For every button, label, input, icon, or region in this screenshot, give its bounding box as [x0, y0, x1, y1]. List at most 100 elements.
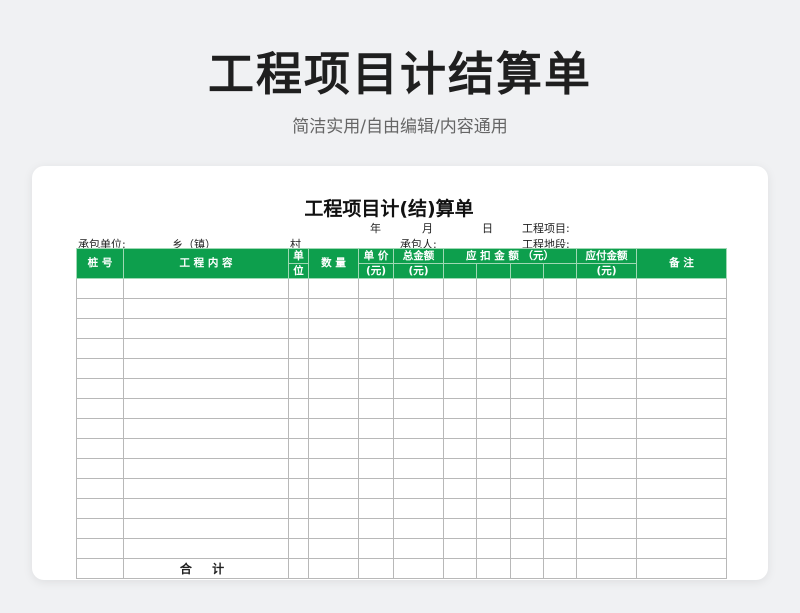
table-cell[interactable] [123, 398, 289, 419]
table-cell[interactable] [576, 378, 637, 399]
table-cell[interactable] [123, 498, 289, 519]
table-cell[interactable] [476, 298, 511, 319]
table-cell[interactable] [358, 378, 394, 399]
table-cell[interactable] [576, 338, 637, 359]
table-cell[interactable] [476, 558, 511, 579]
table-cell[interactable] [510, 418, 544, 439]
table-cell[interactable] [393, 478, 444, 499]
table-cell[interactable] [636, 518, 727, 539]
table-cell[interactable] [476, 338, 511, 359]
table-cell[interactable] [308, 498, 359, 519]
table-cell[interactable] [76, 338, 124, 359]
table-cell[interactable] [476, 278, 511, 299]
table-cell[interactable] [76, 418, 124, 439]
table-cell[interactable] [510, 518, 544, 539]
table-cell[interactable] [510, 338, 544, 359]
table-cell[interactable] [510, 278, 544, 299]
table-cell[interactable] [543, 318, 577, 339]
table-cell[interactable] [510, 558, 544, 579]
table-cell[interactable] [123, 378, 289, 399]
table-cell[interactable] [393, 338, 444, 359]
table-cell[interactable] [443, 318, 477, 339]
table-cell[interactable] [443, 538, 477, 559]
table-cell[interactable] [636, 418, 727, 439]
table-cell[interactable] [288, 318, 309, 339]
table-cell[interactable] [543, 438, 577, 459]
table-cell[interactable] [358, 278, 394, 299]
table-cell[interactable] [123, 538, 289, 559]
table-cell[interactable] [308, 298, 359, 319]
table-cell[interactable] [576, 498, 637, 519]
table-cell[interactable] [443, 338, 477, 359]
table-cell[interactable] [476, 458, 511, 479]
table-cell[interactable] [308, 318, 359, 339]
table-cell[interactable] [123, 418, 289, 439]
table-cell[interactable] [393, 298, 444, 319]
table-cell[interactable] [123, 518, 289, 539]
table-cell[interactable] [543, 518, 577, 539]
table-cell[interactable] [443, 378, 477, 399]
table-cell[interactable] [636, 378, 727, 399]
table-cell[interactable] [476, 498, 511, 519]
table-cell[interactable] [358, 518, 394, 539]
table-cell[interactable] [510, 478, 544, 499]
table-cell[interactable] [476, 318, 511, 339]
table-cell[interactable] [443, 438, 477, 459]
table-cell[interactable] [358, 398, 394, 419]
table-cell[interactable] [308, 558, 359, 579]
table-cell[interactable] [308, 518, 359, 539]
table-cell[interactable] [576, 278, 637, 299]
table-cell[interactable] [288, 538, 309, 559]
table-cell[interactable] [123, 318, 289, 339]
table-cell[interactable] [543, 278, 577, 299]
table-cell[interactable] [543, 498, 577, 519]
table-cell[interactable] [393, 558, 444, 579]
table-cell[interactable] [543, 298, 577, 319]
table-cell[interactable] [576, 318, 637, 339]
table-cell[interactable] [543, 358, 577, 379]
table-cell[interactable] [510, 318, 544, 339]
table-cell[interactable] [576, 518, 637, 539]
table-cell[interactable] [636, 458, 727, 479]
table-cell[interactable] [576, 538, 637, 559]
table-cell[interactable] [308, 398, 359, 419]
table-cell[interactable] [443, 398, 477, 419]
table-cell[interactable] [288, 358, 309, 379]
table-cell[interactable] [443, 298, 477, 319]
table-cell[interactable] [288, 478, 309, 499]
table-cell[interactable] [576, 398, 637, 419]
table-cell[interactable] [123, 458, 289, 479]
table-cell[interactable] [288, 438, 309, 459]
table-cell[interactable] [76, 498, 124, 519]
table-cell[interactable] [308, 338, 359, 359]
table-cell[interactable] [636, 338, 727, 359]
table-cell[interactable] [510, 358, 544, 379]
table-cell[interactable] [288, 458, 309, 479]
table-cell[interactable] [576, 558, 637, 579]
table-cell[interactable] [358, 458, 394, 479]
table-cell[interactable] [288, 558, 309, 579]
table-cell[interactable] [576, 458, 637, 479]
table-cell[interactable] [123, 338, 289, 359]
table-cell[interactable] [76, 518, 124, 539]
table-cell[interactable] [543, 418, 577, 439]
table-cell[interactable] [393, 498, 444, 519]
table-cell[interactable] [510, 438, 544, 459]
table-cell[interactable] [443, 518, 477, 539]
table-cell[interactable] [308, 418, 359, 439]
table-cell[interactable] [123, 358, 289, 379]
table-cell[interactable] [308, 358, 359, 379]
table-cell[interactable] [443, 358, 477, 379]
table-cell[interactable] [543, 478, 577, 499]
table-cell[interactable] [476, 478, 511, 499]
table-cell[interactable] [510, 378, 544, 399]
table-cell[interactable] [308, 458, 359, 479]
table-cell[interactable] [288, 378, 309, 399]
table-cell[interactable] [636, 398, 727, 419]
table-cell[interactable] [393, 458, 444, 479]
table-cell[interactable] [393, 418, 444, 439]
table-cell[interactable] [308, 538, 359, 559]
table-cell[interactable] [393, 438, 444, 459]
table-cell[interactable] [288, 398, 309, 419]
table-cell[interactable] [543, 458, 577, 479]
